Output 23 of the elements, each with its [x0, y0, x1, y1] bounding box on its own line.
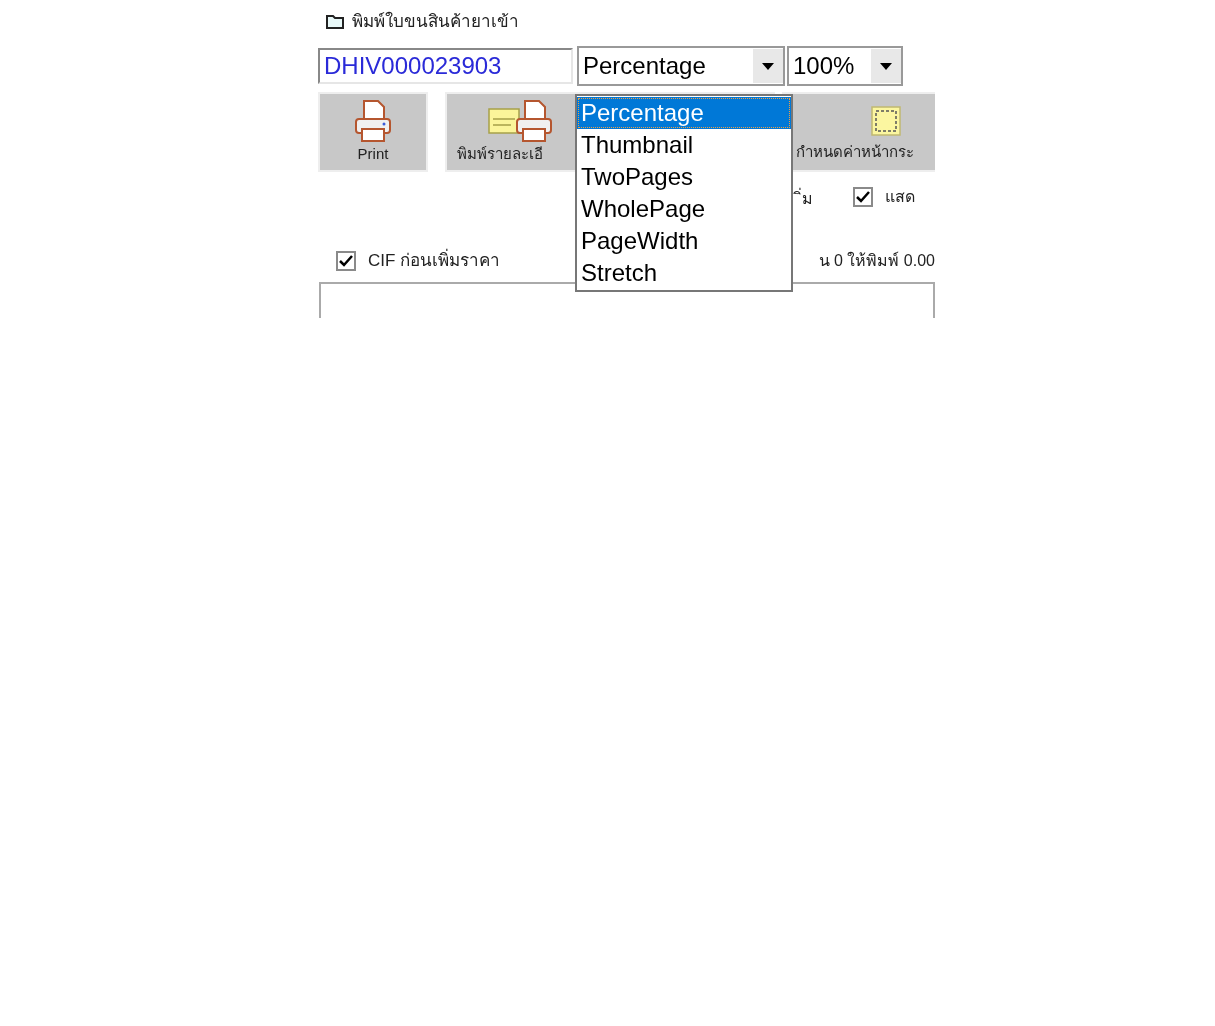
checkbox-label: CIF ก่อนเพิ่มราคา — [368, 248, 501, 274]
printer-icon — [354, 98, 392, 143]
checkmark-icon — [856, 191, 870, 203]
toolbar-button[interactable]: กำหนดค่าหน้ากระ — [782, 92, 935, 172]
checkbox[interactable] — [336, 251, 356, 271]
window-title: พิมพ์ใบขนสินค้ายาเข้า — [352, 10, 519, 34]
caret-icon — [871, 49, 901, 83]
checkbox[interactable] — [853, 187, 873, 207]
caret-icon — [753, 49, 783, 83]
print-condition-text: น 0 ให้พิมพ์ 0.00 — [818, 250, 935, 271]
checkmark-icon — [339, 255, 353, 267]
list-option[interactable]: WholePage — [577, 193, 791, 225]
zoom-dropdown[interactable]: 100% — [787, 46, 903, 86]
checkbox-label: แสด — [885, 187, 915, 207]
folder-icon — [326, 14, 344, 30]
toolbar-button[interactable]: Print — [318, 92, 428, 172]
list-option[interactable]: PageWidth — [577, 225, 791, 257]
view-mode-dropdown[interactable]: Percentage — [577, 46, 785, 86]
document-number-field[interactable]: DHIV000023903 — [318, 48, 573, 84]
list-option[interactable]: Percentage — [577, 97, 791, 129]
document-printer-icon — [487, 98, 553, 143]
list-option[interactable]: Stretch — [577, 257, 791, 289]
option-label: ิ่ม — [794, 183, 815, 211]
